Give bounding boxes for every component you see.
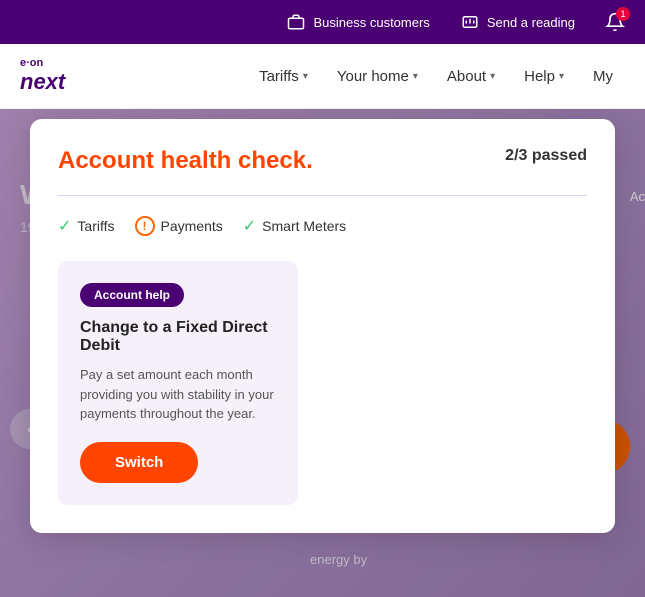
health-check-modal: Account health check. 2/3 passed ✓ Tarif… (30, 119, 615, 533)
modal-header: Account health check. 2/3 passed (58, 147, 587, 175)
nav-bar: e·on next Tariffs ▾ Your home ▾ About ▾ … (0, 44, 645, 109)
nav-items: Tariffs ▾ Your home ▾ About ▾ Help ▾ My (247, 60, 625, 93)
check-payments-label: Payments (161, 218, 223, 234)
check-tariffs-icon: ✓ (58, 216, 71, 236)
notification-count: 1 (616, 7, 630, 21)
send-reading-label: Send a reading (487, 15, 575, 30)
help-label: Help (524, 68, 555, 85)
your-home-chevron-icon: ▾ (413, 71, 418, 82)
help-chevron-icon: ▾ (559, 71, 564, 82)
check-payments-icon: ! (135, 216, 155, 236)
your-home-label: Your home (337, 68, 409, 85)
nav-your-home[interactable]: Your home ▾ (325, 60, 430, 93)
tariffs-chevron-icon: ▾ (303, 71, 308, 82)
check-smart-meters-label: Smart Meters (262, 218, 346, 234)
top-bar: Business customers Send a reading 1 (0, 0, 645, 44)
check-tariffs: ✓ Tariffs (58, 216, 115, 236)
my-account-label: My (593, 68, 613, 85)
send-reading-link[interactable]: Send a reading (460, 12, 575, 32)
check-smart-meters-icon: ✓ (243, 216, 256, 236)
nav-tariffs[interactable]: Tariffs ▾ (247, 60, 320, 93)
business-customers-link[interactable]: Business customers (286, 12, 429, 32)
info-card: Account help Change to a Fixed Direct De… (58, 261, 298, 505)
tariffs-label: Tariffs (259, 68, 299, 85)
main-content: Wo 192 G... t paym paymentment iss after… (0, 109, 645, 597)
card-badge: Account help (80, 283, 184, 307)
check-items: ✓ Tariffs ! Payments ✓ Smart Meters (58, 216, 587, 236)
nav-help[interactable]: Help ▾ (512, 60, 576, 93)
about-label: About (447, 68, 486, 85)
logo[interactable]: e·on next (20, 58, 65, 95)
meter-icon (460, 12, 480, 32)
about-chevron-icon: ▾ (490, 71, 495, 82)
passed-text: 2/3 passed (505, 147, 587, 165)
check-payments: ! Payments (135, 216, 223, 236)
separator (58, 195, 587, 196)
logo-next: next (20, 69, 65, 95)
card-body: Pay a set amount each month providing yo… (80, 365, 276, 424)
briefcase-icon (286, 12, 306, 32)
card-title: Change to a Fixed Direct Debit (80, 319, 276, 355)
nav-my-account[interactable]: My (581, 60, 625, 93)
modal-title: Account health check. (58, 147, 313, 175)
switch-button[interactable]: Switch (80, 442, 198, 483)
check-tariffs-label: Tariffs (77, 218, 114, 234)
logo-eon: e·on (20, 58, 65, 69)
nav-about[interactable]: About ▾ (435, 60, 507, 93)
notification-link[interactable]: 1 (605, 12, 625, 32)
business-customers-label: Business customers (313, 15, 429, 30)
check-smart-meters: ✓ Smart Meters (243, 216, 346, 236)
